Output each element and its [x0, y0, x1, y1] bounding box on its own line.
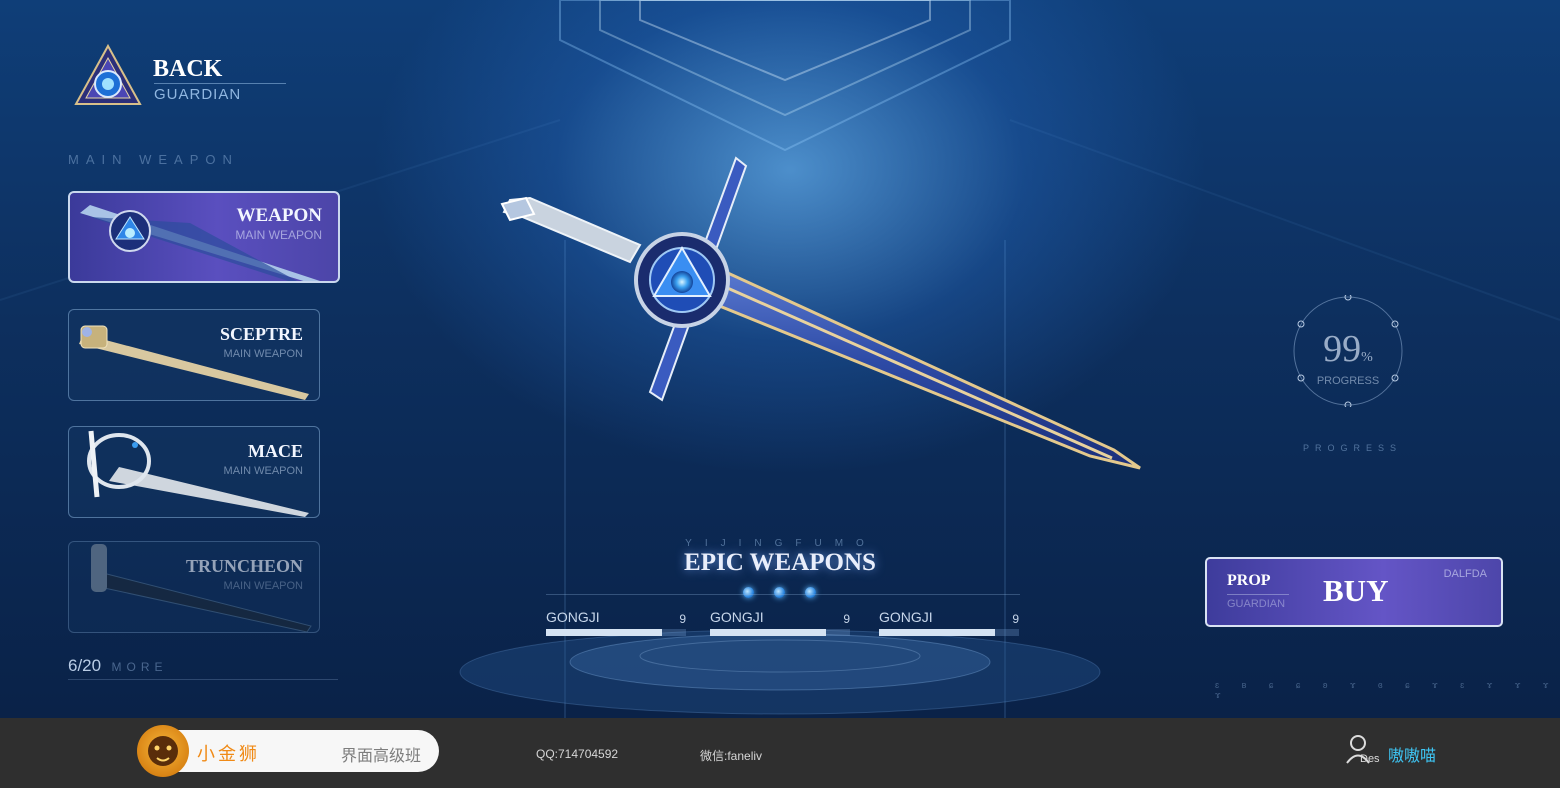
weapon-card-sub: MAIN WEAPON [235, 228, 322, 242]
progress-caption: PROGRESS [1303, 443, 1403, 453]
stat-label: GONGJI [879, 609, 933, 625]
weapon-card-sub: MAIN WEAPON [223, 348, 303, 360]
stat-bar-fill [879, 629, 996, 636]
weapon-card-truncheon[interactable]: TRUNCHEON MAIN WEAPON [68, 541, 320, 633]
epic-subtitle: YIJINGFUMO [685, 538, 877, 549]
game-stage: BACK GUARDIAN MAIN WEAPON WEAPON MAIN WE… [0, 0, 1560, 718]
buy-code: DALFDA [1443, 568, 1487, 580]
pager: 6/20 MORE [68, 656, 168, 676]
stat-label: GONGJI [710, 609, 764, 625]
brand-name: 小金狮 [197, 744, 260, 764]
stats-divider [546, 594, 1020, 595]
weapon-card-sceptre[interactable]: SCEPTRE MAIN WEAPON [68, 309, 320, 401]
weapon-card-name: MACE [248, 441, 303, 461]
progress-dial: 99% PROGRESS [1292, 295, 1404, 407]
epic-title: EPIC WEAPONS [684, 549, 876, 576]
prop-divider [1227, 594, 1289, 595]
prop-label: PROP [1227, 572, 1271, 589]
gem-icon [774, 587, 785, 598]
stat-label: GONGJI [546, 609, 600, 625]
more-link[interactable]: MORE [112, 660, 168, 674]
guardian-emblem-icon [74, 43, 142, 105]
stat-bar-fill [710, 629, 827, 636]
weapon-card-mace[interactable]: MACE MAIN WEAPON [68, 426, 320, 518]
weapon-card-name: TRUNCHEON [185, 556, 303, 576]
progress-value: 99 [1323, 328, 1362, 370]
course-name: 界面高级班 [341, 748, 422, 765]
brand-pill: 小金狮 界面高级班 [137, 725, 439, 777]
weapon-card-name: SCEPTRE [219, 324, 303, 344]
back-divider [154, 83, 286, 84]
weapon-card-weapon[interactable]: WEAPON MAIN WEAPON [68, 191, 340, 283]
buy-panel: PROP GUARDIAN BUY DALFDA [1205, 557, 1503, 627]
section-label: MAIN WEAPON [68, 152, 239, 167]
user-name[interactable]: 嗷嗷喵 [1388, 742, 1436, 766]
buy-button[interactable]: BUY [1323, 573, 1388, 609]
user-tag: Des [1360, 753, 1380, 765]
epic-sword-image [500, 156, 1141, 470]
pager-count: 6/20 [68, 656, 102, 675]
guardian-label: GUARDIAN [1227, 598, 1286, 610]
rune-decoration: ɛ ʙ ɕ ɕ ʚ ɤ ɞ ɕ ɤ ɛ ɤ ɤ ɤ ɤ [1215, 680, 1559, 700]
progress-label: PROGRESS [1316, 375, 1380, 387]
qq-contact: QQ:714704592 [536, 747, 619, 761]
stat-bar [879, 629, 1019, 636]
footer-bar: 小金狮 界面高级班 QQ:714704592 微信:faneliv Des 嗷嗷… [0, 718, 1560, 788]
wechat-contact: 微信:faneliv [700, 749, 763, 763]
gem-icon [743, 587, 754, 598]
weapon-card-name: WEAPON [236, 205, 323, 226]
stat-bar [710, 629, 850, 636]
weapon-card-sub: MAIN WEAPON [223, 580, 303, 592]
back-subtitle: GUARDIAN [154, 86, 242, 103]
weapon-card-sub: MAIN WEAPON [223, 465, 303, 477]
back-button[interactable]: BACK GUARDIAN [68, 42, 288, 122]
stat-value: 9 [679, 612, 686, 626]
stat-value: 9 [843, 612, 850, 626]
stat-bar-fill [546, 629, 663, 636]
gem-icon [805, 587, 816, 598]
pager-divider [68, 679, 338, 680]
lion-logo-icon [137, 725, 189, 777]
progress-value-wrap: 99% [1292, 327, 1404, 371]
stat-bar [546, 629, 686, 636]
stat-value: 9 [1012, 612, 1019, 626]
progress-unit: % [1361, 350, 1373, 365]
back-title: BACK [153, 56, 223, 82]
